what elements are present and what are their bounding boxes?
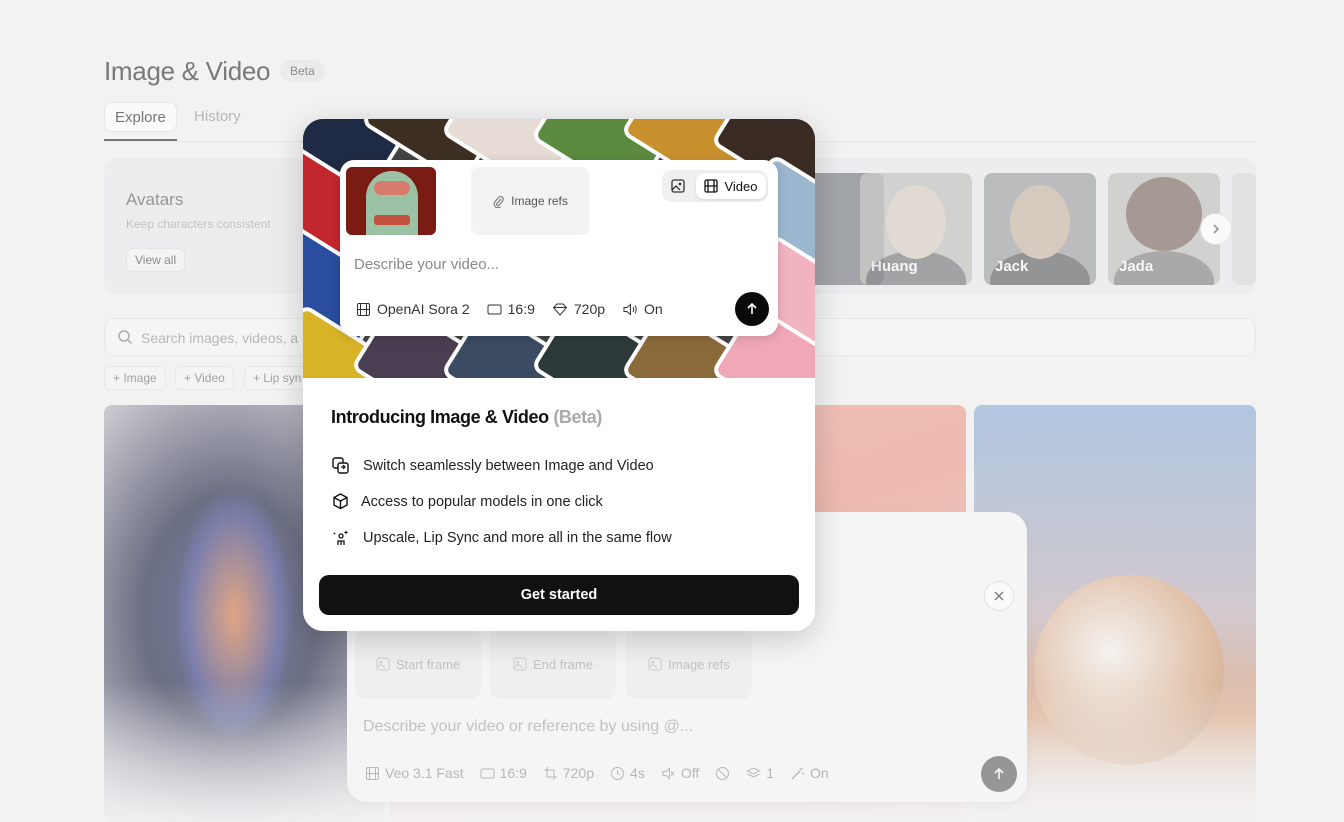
mode-toggle: Video xyxy=(662,170,768,202)
speaker-icon xyxy=(623,302,637,316)
paperclip-icon xyxy=(493,195,504,208)
arrow-up-icon xyxy=(747,302,757,314)
modal-heading-text: Introducing Image & Video xyxy=(331,407,549,427)
hero-collage: Image refs Video Describe your video... … xyxy=(303,119,815,378)
ratio-selector[interactable]: 16:9 xyxy=(487,301,535,317)
resolution-selector[interactable]: 720p xyxy=(552,301,605,317)
feature-item: Upscale, Lip Sync and more all in the sa… xyxy=(331,528,672,547)
modal-heading-beta: (Beta) xyxy=(553,407,602,427)
video-mode-label: Video xyxy=(724,178,758,194)
feature-text: Upscale, Lip Sync and more all in the sa… xyxy=(363,529,672,546)
feature-text: Access to popular models in one click xyxy=(361,493,603,510)
resolution-label: 720p xyxy=(573,301,606,317)
prompt-toolbar: OpenAI Sora 2 16:9 720p On xyxy=(356,301,663,317)
feature-item: Access to popular models in one click xyxy=(331,492,603,511)
model-selector[interactable]: OpenAI Sora 2 xyxy=(356,301,470,317)
cube-icon xyxy=(333,493,348,510)
prompt-input[interactable]: Describe your video... xyxy=(354,256,499,273)
film-icon xyxy=(704,179,719,193)
model-label: OpenAI Sora 2 xyxy=(377,301,470,317)
diamond-icon xyxy=(552,303,568,316)
film-icon xyxy=(357,302,370,316)
modal-heading: Introducing Image & Video (Beta) xyxy=(331,407,602,428)
prompt-card-preview: Image refs Video Describe your video... … xyxy=(340,160,778,336)
audio-label: On xyxy=(644,301,663,317)
image-refs-label: Image refs xyxy=(511,194,568,208)
image-mode-icon[interactable] xyxy=(670,178,686,194)
image-refs-button[interactable]: Image refs xyxy=(471,167,589,235)
ratio-label: 16:9 xyxy=(507,301,535,317)
audio-toggle[interactable]: On xyxy=(622,301,663,317)
video-mode-button[interactable]: Video xyxy=(696,173,766,199)
reference-thumbnail[interactable] xyxy=(346,167,436,235)
switch-icon xyxy=(332,457,349,474)
sparkle-person-icon xyxy=(333,530,349,545)
feature-text: Switch seamlessly between Image and Vide… xyxy=(363,457,654,474)
aspect-ratio-icon xyxy=(487,304,502,314)
feature-item: Switch seamlessly between Image and Vide… xyxy=(331,456,654,475)
intro-modal: Image refs Video Describe your video... … xyxy=(303,119,815,631)
prompt-send-button[interactable] xyxy=(735,292,769,326)
get-started-button[interactable]: Get started xyxy=(319,575,799,615)
